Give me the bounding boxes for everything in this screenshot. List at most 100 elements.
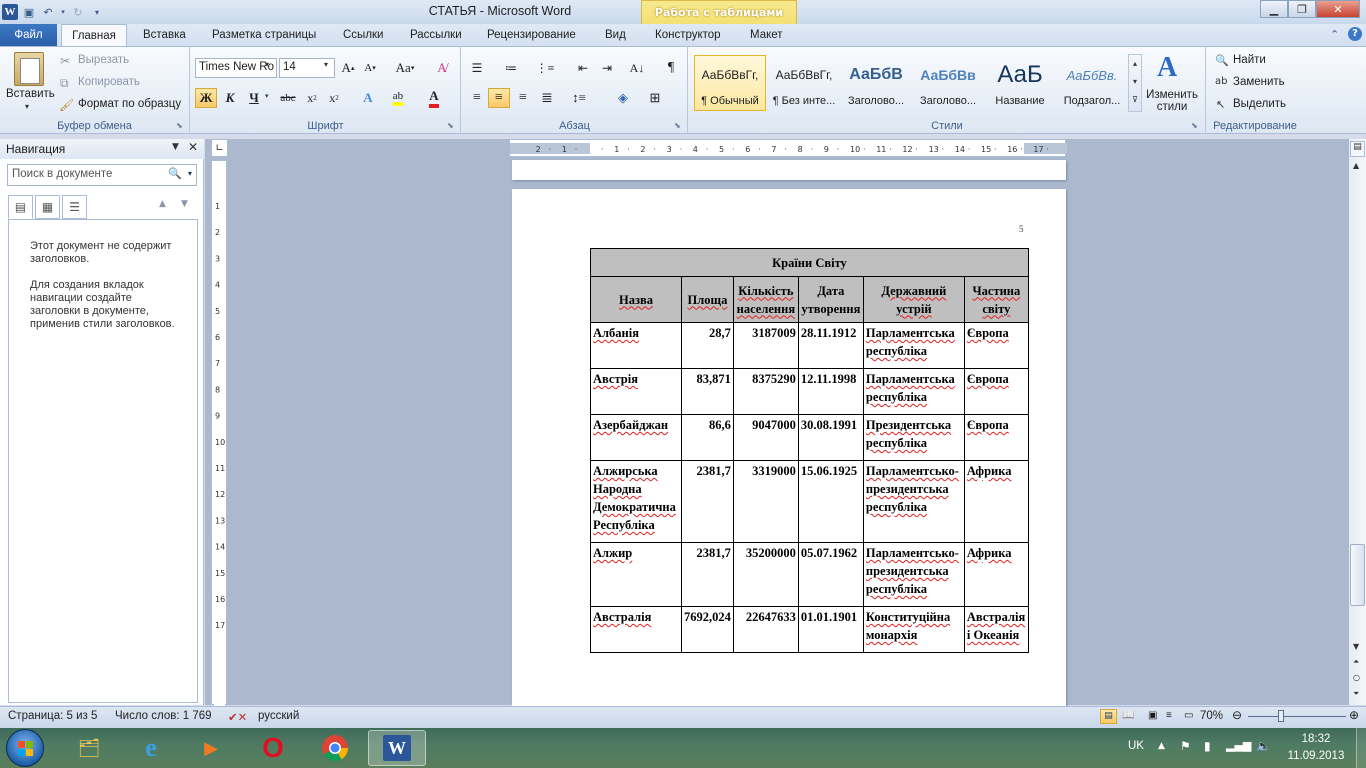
style-no-spacing[interactable]: АаБбВвГг, ¶ Без инте... — [768, 55, 840, 111]
search-icon[interactable]: 🔍 — [168, 167, 182, 180]
borders-icon[interactable]: ⊞ — [644, 88, 666, 108]
line-spacing-icon[interactable]: ↕≡ — [568, 88, 590, 108]
select-button[interactable]: Выделить — [1233, 98, 1286, 110]
style-heading1[interactable]: АаБбВ Заголово... — [840, 55, 912, 111]
ribbon-minimize-icon[interactable]: ⌃ — [1330, 28, 1339, 41]
tab-insert[interactable]: Вставка — [143, 24, 186, 46]
tab-home[interactable]: Главная — [61, 24, 127, 46]
change-case-icon[interactable]: Aa ▾ — [391, 58, 419, 78]
show-hidden-icons[interactable]: ▲ — [1158, 741, 1165, 751]
increase-indent-icon[interactable]: ⇥ — [596, 58, 618, 78]
tab-page-layout[interactable]: Разметка страницы — [212, 24, 316, 46]
show-marks-icon[interactable]: ¶ — [660, 58, 682, 78]
scroll-down-icon[interactable]: ▼ — [1353, 642, 1359, 651]
cell-population[interactable]: 35200000 — [732, 542, 799, 607]
cell-name[interactable]: Австралія — [590, 606, 682, 653]
tab-mailings[interactable]: Рассылки — [410, 24, 462, 46]
cell-population[interactable]: 22647633 — [732, 606, 799, 653]
decrease-indent-icon[interactable]: ⇤ — [572, 58, 594, 78]
shading-icon[interactable]: ◈ — [612, 88, 634, 108]
cell-date[interactable]: 30.08.1991 — [797, 414, 864, 461]
clock-date[interactable]: 11.09.2013 — [1284, 750, 1348, 762]
style-title[interactable]: АаБ Название — [984, 55, 1056, 111]
justify-icon[interactable]: ≣ — [536, 88, 558, 108]
cell-government[interactable]: Парламентська республіка — [862, 368, 965, 415]
paste-button[interactable]: Вставить — [6, 88, 55, 100]
copy-button[interactable]: Копировать — [78, 76, 140, 88]
scroll-up-icon[interactable]: ▲ — [1353, 161, 1359, 170]
cell-region[interactable]: Європа — [963, 368, 1029, 415]
cut-button[interactable]: Вырезать — [78, 54, 129, 66]
tab-view[interactable]: Вид — [605, 24, 626, 46]
draft-icon[interactable]: ▭ — [1184, 710, 1193, 721]
cell-area[interactable]: 28,7 — [681, 322, 734, 369]
close-button[interactable]: ✕ — [1316, 0, 1360, 18]
vertical-scrollbar[interactable]: ▤ ▲ ▼ ⏶ ○ ⏷ — [1349, 139, 1366, 705]
cell-region[interactable]: Австралія і Океанія — [963, 606, 1029, 653]
proofing-icon[interactable]: ✔✕ — [228, 710, 247, 724]
bold-button[interactable]: Ж — [195, 88, 217, 108]
media-player-taskbar-icon[interactable]: ▶ — [182, 730, 240, 766]
numbering-icon[interactable]: ≔ — [500, 58, 522, 78]
print-layout-icon[interactable]: ▤ — [1100, 709, 1117, 724]
status-page[interactable]: Страница: 5 из 5 — [8, 710, 97, 722]
align-right-icon[interactable]: ≡ — [512, 88, 534, 108]
network-icon[interactable]: ▂▄▆ — [1226, 739, 1251, 752]
align-center-icon[interactable]: ≡ — [488, 88, 510, 108]
underline-dropdown-icon[interactable]: ▾ — [265, 92, 269, 100]
format-painter-button[interactable]: Формат по образцу — [78, 98, 181, 110]
cell-region[interactable]: Африка — [963, 542, 1029, 607]
cut-icon[interactable]: ✂ — [60, 54, 70, 68]
sort-icon[interactable]: A↓ — [626, 58, 648, 78]
headings-tab-icon[interactable]: ▤ — [8, 195, 33, 219]
tab-review[interactable]: Рецензирование — [487, 24, 576, 46]
select-browse-object-icon[interactable]: ○ — [1353, 673, 1360, 682]
scroll-thumb[interactable] — [1350, 544, 1365, 606]
zoom-in-icon[interactable]: ⊕ — [1349, 708, 1359, 722]
cell-population[interactable]: 8375290 — [732, 368, 799, 415]
cell-date[interactable]: 05.07.1962 — [797, 542, 864, 607]
shrink-font-icon[interactable]: A ▾ — [359, 58, 381, 78]
style-subtitle[interactable]: АаБбВв. Подзагол... — [1056, 55, 1128, 111]
cell-name[interactable]: Азербайджан — [590, 414, 682, 461]
tab-layout[interactable]: Макет — [750, 24, 783, 46]
bullets-icon[interactable]: ☰ — [466, 58, 488, 78]
styles-launcher-icon[interactable]: ⬊ — [1191, 121, 1198, 130]
zoom-out-icon[interactable]: ⊖ — [1232, 708, 1242, 722]
underline-button[interactable]: Ч — [243, 88, 265, 108]
opera-taskbar-icon[interactable]: O — [244, 730, 302, 766]
status-word-count[interactable]: Число слов: 1 769 — [115, 710, 212, 722]
results-tab-icon[interactable]: ☰ — [62, 195, 87, 219]
status-language[interactable]: русский — [258, 710, 299, 722]
cell-date[interactable]: 15.06.1925 — [797, 460, 864, 543]
search-dropdown-icon[interactable]: ▾ — [188, 169, 192, 178]
cell-region[interactable]: Європа — [963, 414, 1029, 461]
volume-icon[interactable]: 🔈 — [1256, 739, 1271, 753]
help-icon[interactable]: ? — [1348, 27, 1362, 41]
chrome-taskbar-icon[interactable] — [306, 730, 364, 766]
cell-date[interactable]: 28.11.1912 — [797, 322, 864, 369]
cell-name[interactable]: Австрія — [590, 368, 682, 415]
copy-icon[interactable]: ⧉ — [60, 76, 69, 91]
cell-area[interactable]: 86,6 — [681, 414, 734, 461]
italic-button[interactable]: К — [219, 88, 241, 108]
cell-region[interactable]: Європа — [963, 322, 1029, 369]
vertical-ruler[interactable]: 1 2 3 4 5 6 7 8 9 10 11 12 13 14 15 16 17 — [211, 160, 227, 706]
navigation-close-icon[interactable]: ✕ — [188, 140, 198, 154]
font-size-dropdown-icon[interactable]: ▾ — [324, 60, 328, 69]
tab-design[interactable]: Конструктор — [655, 24, 721, 46]
cell-name[interactable]: Албанія — [590, 322, 682, 369]
zoom-slider[interactable] — [1248, 716, 1346, 717]
cell-government[interactable]: Парламентсько-президентська республіка — [862, 542, 965, 607]
minimize-button[interactable]: ▁ — [1260, 0, 1288, 18]
cell-government[interactable]: Парламентсько-президентська республіка — [862, 460, 965, 543]
full-screen-reading-icon[interactable]: 📖 — [1122, 710, 1134, 721]
cell-date[interactable]: 12.11.1998 — [797, 368, 864, 415]
internet-explorer-taskbar-icon[interactable]: e — [122, 730, 180, 766]
restore-button[interactable]: ❐ — [1288, 0, 1316, 18]
subscript-button[interactable]: x2 — [301, 88, 323, 108]
text-effects-icon[interactable]: A — [357, 88, 379, 108]
multilevel-list-icon[interactable]: ⋮≡ — [534, 58, 556, 78]
countries-table[interactable]: Країни Світу Назва Площа Кількість насел… — [590, 248, 1029, 653]
font-name-dropdown-icon[interactable]: ▾ — [265, 60, 269, 69]
